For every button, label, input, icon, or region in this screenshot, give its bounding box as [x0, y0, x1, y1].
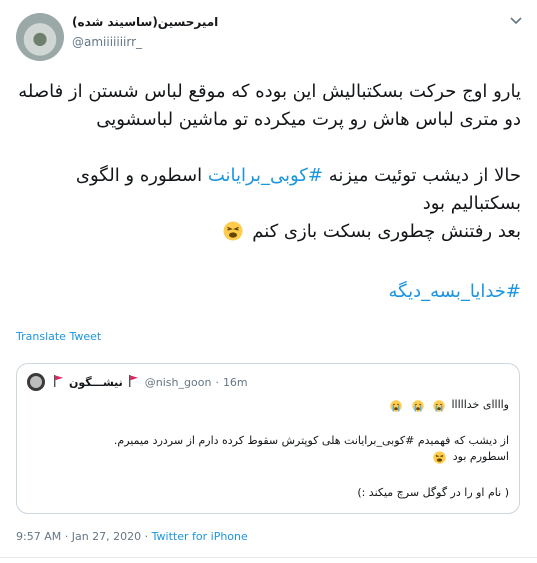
- quoted-text: واااای خدااااا از دیشب که فهمیدم #کوبی_ب…: [27, 397, 509, 501]
- chevron-down-icon[interactable]: [507, 12, 525, 30]
- red-flag-icon: [128, 374, 138, 390]
- translate-tweet-link[interactable]: Translate Tweet: [16, 330, 101, 343]
- tweet-text-fragment: حالا از دیشب توئیت میزنه: [328, 165, 521, 186]
- display-name[interactable]: امیرحسین(ساسیند شده): [72, 15, 222, 29]
- crying-face-emoji: [390, 400, 402, 417]
- tweet-footer: 9:57 AM · Jan 27, 2020 · Twitter for iPh…: [16, 530, 248, 543]
- quoted-avatar: [27, 373, 45, 391]
- tweet-text-fragment: بعد رفتنش چطوری بسکت بازی کنم: [252, 221, 521, 242]
- quoted-text-fragment: اسطورم بود: [452, 450, 509, 463]
- separator-dot: ·: [215, 375, 219, 389]
- quoted-text-fragment: واااای خدااااا: [451, 398, 510, 411]
- quoted-line: از دیشب که فهمیدم #کوبی_برایانت هلی کوپت…: [113, 434, 509, 447]
- quoted-tweet[interactable]: نیشـــگون @nish_goon · 16m واااای خداااا…: [16, 363, 520, 514]
- source-link[interactable]: Twitter for iPhone: [152, 530, 248, 543]
- quoted-time: 16m: [222, 375, 248, 389]
- tweet-paragraph-2: حالا از دیشب توئیت میزنه #کوبی_برایانت ا…: [12, 162, 521, 218]
- tweet-time[interactable]: 9:57 AM: [16, 530, 61, 543]
- tweet-date[interactable]: Jan 27, 2020: [72, 530, 141, 543]
- tweet-paragraph-1: یارو اوج حرکت بسکتبالیش این بوده که موقع…: [18, 81, 521, 130]
- user-handle[interactable]: @amiiiiiiirr_: [72, 35, 142, 49]
- crying-face-emoji: [411, 400, 424, 417]
- quoted-line: ( نام او را در گوگل سرچ میکند :): [357, 486, 509, 499]
- avatar[interactable]: [16, 13, 64, 61]
- crying-face-emoji: [433, 400, 445, 417]
- quoted-handle: @nish_goon: [144, 375, 212, 389]
- separator-dot: ·: [64, 530, 69, 543]
- divider: [0, 557, 537, 558]
- hashtag-link[interactable]: #کوبی_برایانت: [208, 165, 323, 186]
- quoted-tweet-header: نیشـــگون @nish_goon · 16m: [27, 372, 248, 392]
- separator-dot: ·: [144, 530, 149, 543]
- quoted-line: اسطورم بود: [27, 449, 509, 469]
- tired-face-emoji: [223, 221, 243, 250]
- tired-face-emoji: [433, 451, 446, 469]
- tweet-paragraph-4: #خدایا_بسه_دیگه: [12, 278, 522, 306]
- tweet-card: امیرحسین(ساسیند شده) @amiiiiiiirr_ یارو …: [0, 0, 537, 563]
- tweet-text: یارو اوج حرکت بسکتبالیش این بوده که موقع…: [12, 78, 521, 306]
- quoted-line: واااای خدااااا: [27, 397, 509, 417]
- quoted-display-name: نیشـــگون: [69, 375, 123, 389]
- hashtag-link[interactable]: #خدایا_بسه_دیگه: [389, 281, 522, 302]
- tweet-paragraph-3: بعد رفتنش چطوری بسکت بازی کنم: [12, 218, 521, 250]
- red-flag-icon: [54, 374, 63, 390]
